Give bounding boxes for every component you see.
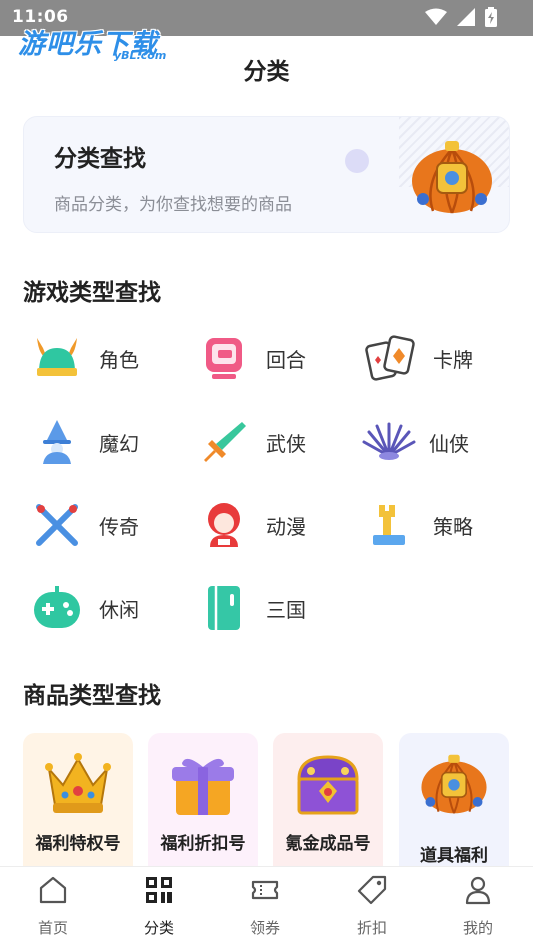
game-type-label: 魔幻 — [99, 431, 139, 456]
game-type-strategy[interactable]: 策略 — [361, 495, 521, 555]
arcade-icon — [198, 332, 250, 384]
game-type-fantasy[interactable]: 魔幻 — [27, 412, 187, 472]
goods-types-row: 福利特权号 福利折扣号 氪金成品号 道具福利 — [23, 733, 533, 866]
gift-box-icon — [172, 758, 234, 815]
wizard-icon — [31, 416, 83, 468]
game-type-label: 回合 — [266, 347, 306, 372]
game-type-label: 休闲 — [99, 597, 139, 622]
sword-icon — [198, 416, 250, 468]
folding-fan-icon — [359, 416, 419, 468]
game-type-casual[interactable]: 休闲 — [27, 578, 187, 638]
status-icons — [425, 7, 497, 27]
goods-card-discount[interactable]: 福利折扣号 — [148, 733, 258, 866]
tab-coupon[interactable]: 领券 — [212, 867, 318, 948]
tab-label: 折扣 — [356, 919, 387, 937]
treasure-chest-icon — [297, 755, 359, 815]
goods-card-label: 福利特权号 — [35, 834, 121, 854]
game-type-label: 三国 — [266, 597, 306, 622]
game-type-label: 策略 — [433, 514, 473, 539]
wifi-icon — [425, 8, 447, 25]
battery-icon — [485, 7, 497, 27]
game-type-three-kingdoms[interactable]: 三国 — [194, 578, 354, 638]
tab-label: 领券 — [249, 919, 280, 937]
goods-card-paid[interactable]: 氪金成品号 — [273, 733, 383, 866]
category-search-banner[interactable]: 分类查找 商品分类，为你查找想要的商品 — [23, 116, 510, 233]
game-type-anime[interactable]: 动漫 — [194, 495, 354, 555]
banner-subtitle: 商品分类，为你查找想要的商品 — [54, 195, 292, 215]
tag-icon — [357, 875, 387, 905]
tab-profile[interactable]: 我的 — [425, 867, 531, 948]
banner-dot — [345, 149, 369, 173]
pumpkin-carriage-icon — [421, 754, 487, 814]
tab-label: 我的 — [462, 919, 493, 937]
game-type-label: 卡牌 — [433, 347, 473, 372]
game-types-title: 游戏类型查找 — [23, 280, 161, 306]
category-icon — [146, 877, 172, 903]
gamepad-icon — [31, 582, 83, 634]
tab-label: 首页 — [37, 919, 68, 937]
game-type-role[interactable]: 角色 — [27, 328, 187, 388]
tab-home[interactable]: 首页 — [0, 867, 106, 948]
goods-card-privilege[interactable]: 福利特权号 — [23, 733, 133, 866]
signal-icon — [457, 8, 475, 26]
game-type-card[interactable]: 卡牌 — [361, 328, 521, 388]
game-type-legend[interactable]: 传奇 — [27, 495, 187, 555]
tab-discount[interactable]: 折扣 — [319, 867, 425, 948]
goods-card-label: 福利折扣号 — [160, 834, 246, 854]
game-type-xianxia[interactable]: 仙侠 — [355, 412, 515, 472]
goods-card-label: 道具福利 — [420, 846, 488, 866]
chess-rook-icon — [365, 499, 417, 551]
goods-card-label: 氪金成品号 — [285, 834, 371, 854]
goods-types-title: 商品类型查找 — [23, 683, 161, 709]
pumpkin-carriage-icon — [412, 141, 492, 214]
viking-helmet-icon — [31, 332, 83, 384]
bottom-tab-bar: 首页 分类 领券 折扣 我的 — [0, 866, 533, 948]
game-type-label: 动漫 — [266, 514, 306, 539]
anime-girl-icon — [198, 499, 250, 551]
book-icon — [198, 582, 250, 634]
user-icon — [465, 876, 491, 905]
page-title: 分类 — [243, 59, 290, 85]
game-type-wuxia[interactable]: 武侠 — [194, 412, 354, 472]
crossed-swords-icon — [31, 499, 83, 551]
game-type-label: 武侠 — [266, 431, 306, 456]
game-type-label: 传奇 — [99, 514, 139, 539]
home-icon — [39, 876, 67, 904]
game-type-label: 角色 — [99, 347, 139, 372]
goods-card-items[interactable]: 道具福利 — [399, 733, 509, 866]
playing-cards-icon — [365, 332, 417, 384]
game-type-label: 仙侠 — [429, 431, 469, 456]
game-type-turn[interactable]: 回合 — [194, 328, 354, 388]
ticket-icon — [251, 880, 279, 900]
tab-category[interactable]: 分类 — [106, 867, 212, 948]
crown-icon — [45, 753, 111, 813]
banner-title: 分类查找 — [54, 146, 146, 172]
tab-label: 分类 — [143, 919, 174, 937]
